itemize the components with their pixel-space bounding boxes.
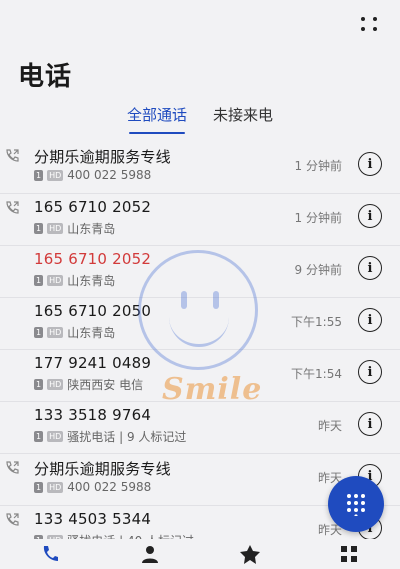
phone-icon <box>43 546 58 561</box>
call-time: 1 分钟前 <box>294 159 342 173</box>
nav-phone[interactable] <box>36 543 64 565</box>
sim-badge: 1 <box>34 327 44 338</box>
call-log-row[interactable]: 165 6710 2052 1 HD 山东青岛 1 分钟前 i <box>0 194 400 246</box>
call-subtitle: 1 HD 400 022 5988 <box>34 480 151 494</box>
call-subtitle: 1 HD 骚扰电话 | 9 人标记过 <box>34 428 186 445</box>
dialpad-icon <box>347 494 365 516</box>
more-options-button[interactable] <box>358 12 382 36</box>
caller-detail: 山东青岛 <box>67 222 116 236</box>
sim-badge: 1 <box>34 481 44 493</box>
contacts-icon <box>142 546 158 563</box>
call-log-row[interactable]: 165 6710 2052 1 HD 山东青岛 9 分钟前 i <box>0 246 400 298</box>
hd-badge: HD <box>47 223 64 234</box>
nav-contacts[interactable] <box>136 543 164 565</box>
nav-more[interactable] <box>336 543 364 565</box>
hd-badge: HD <box>47 379 64 390</box>
call-time: 下午1:55 <box>291 315 342 329</box>
info-icon[interactable]: i <box>358 308 382 332</box>
call-subtitle: 1 HD 山东青岛 <box>34 272 115 289</box>
caller-detail: 400 022 5988 <box>67 168 152 182</box>
info-icon[interactable]: i <box>358 360 382 384</box>
sim-badge: 1 <box>34 223 44 234</box>
info-icon[interactable]: i <box>358 256 382 280</box>
caller-detail: 400 022 5988 <box>67 480 152 494</box>
tab-all-calls[interactable]: 全部通话 <box>125 104 189 134</box>
call-time: 1 分钟前 <box>294 211 342 225</box>
call-time: 下午1:54 <box>291 367 342 381</box>
info-icon[interactable]: i <box>358 204 382 228</box>
sim-badge: 1 <box>34 379 44 390</box>
outgoing-call-icon <box>6 201 19 214</box>
tab-missed-calls[interactable]: 未接来电 <box>211 104 275 134</box>
star-icon <box>240 545 260 564</box>
caller-name: 133 4503 5344 <box>34 510 152 528</box>
caller-name: 177 9241 0489 <box>34 354 152 372</box>
caller-name: 165 6710 2050 <box>34 302 152 320</box>
sim-badge: 1 <box>34 275 44 286</box>
sim-badge: 1 <box>34 431 44 442</box>
hd-badge: HD <box>47 327 64 338</box>
call-subtitle: 1 HD 陕西西安 电信 <box>34 376 143 393</box>
outgoing-call-icon <box>6 461 19 474</box>
call-time: 9 分钟前 <box>294 263 342 277</box>
hd-badge: HD <box>47 481 64 493</box>
call-log-row[interactable]: 分期乐逾期服务专线 1 HD 400 022 5988 1 分钟前 i <box>0 142 400 194</box>
caller-detail: 山东青岛 <box>67 326 116 340</box>
outgoing-call-icon <box>6 513 19 526</box>
page-title: 电话 <box>18 62 73 92</box>
hd-badge: HD <box>47 431 64 442</box>
caller-name: 分期乐逾期服务专线 <box>34 148 171 166</box>
caller-name: 165 6710 2052 <box>34 250 152 268</box>
call-tabs: 全部通话 未接来电 <box>0 104 400 134</box>
dialpad-button[interactable] <box>328 476 384 532</box>
sim-badge: 1 <box>34 169 44 181</box>
caller-detail: 山东青岛 <box>67 274 116 288</box>
call-subtitle: 1 HD 山东青岛 <box>34 220 115 237</box>
caller-detail: 陕西西安 电信 <box>67 378 144 392</box>
caller-name: 165 6710 2052 <box>34 198 152 216</box>
outgoing-call-icon <box>6 149 19 162</box>
call-time: 昨天 <box>317 419 342 433</box>
call-log-row[interactable]: 133 3518 9764 1 HD 骚扰电话 | 9 人标记过 昨天 i <box>0 402 400 454</box>
info-icon[interactable]: i <box>358 412 382 436</box>
hd-badge: HD <box>47 275 64 286</box>
bottom-navigation <box>0 539 400 569</box>
call-log-row[interactable]: 177 9241 0489 1 HD 陕西西安 电信 下午1:54 i <box>0 350 400 402</box>
more-icon <box>341 546 357 562</box>
info-icon[interactable]: i <box>358 152 382 176</box>
caller-name: 分期乐逾期服务专线 <box>34 460 171 478</box>
hd-badge: HD <box>47 169 64 181</box>
call-subtitle: 1 HD 山东青岛 <box>34 324 115 341</box>
call-log-row[interactable]: 165 6710 2050 1 HD 山东青岛 下午1:55 i <box>0 298 400 350</box>
nav-favorites[interactable] <box>236 543 264 565</box>
caller-detail: 骚扰电话 | 9 人标记过 <box>67 430 187 444</box>
caller-name: 133 3518 9764 <box>34 406 152 424</box>
call-subtitle: 1 HD 400 022 5988 <box>34 168 151 182</box>
